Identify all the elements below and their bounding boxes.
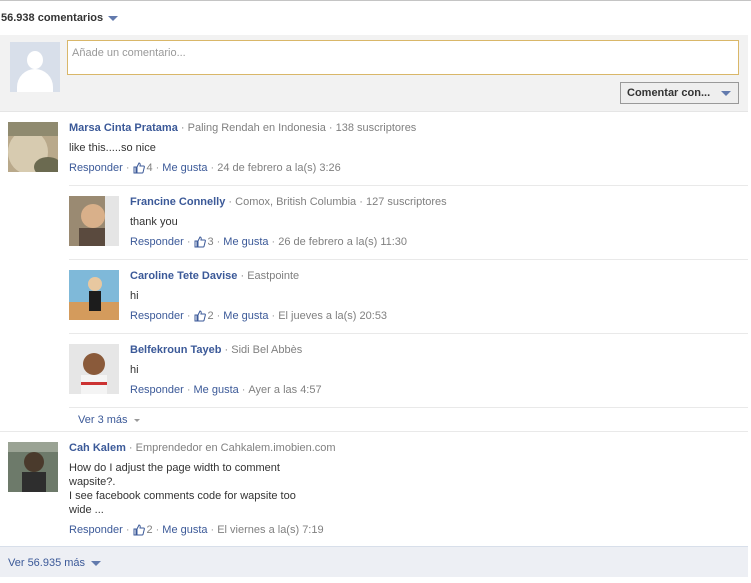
caret-down-icon bbox=[133, 418, 140, 422]
like-link[interactable]: Me gusta bbox=[223, 310, 268, 322]
like-count: 4 bbox=[146, 162, 153, 174]
load-more-comments-link[interactable]: Ver 56.935 más bbox=[8, 557, 102, 569]
reply-link[interactable]: Responder bbox=[130, 310, 184, 322]
author-meta: Eastpointe bbox=[247, 270, 300, 282]
author-name[interactable]: Marsa Cinta Pratama bbox=[69, 122, 178, 134]
author-meta: Paling Rendah en Indonesia · 138 suscrip… bbox=[187, 122, 417, 134]
comment-composer: Añade un comentario... Comentar con... bbox=[0, 35, 748, 112]
comment-text: How do I adjust the page width to commen… bbox=[69, 462, 296, 516]
comment-count-label: 56.938 comentarios bbox=[1, 12, 104, 24]
timestamp[interactable]: El jueves a la(s) 20:53 bbox=[278, 310, 387, 322]
like-count: 2 bbox=[146, 524, 153, 536]
like-link[interactable]: Me gusta bbox=[194, 384, 239, 396]
like-count: 3 bbox=[207, 236, 214, 248]
timestamp[interactable]: 26 de febrero a la(s) 11:30 bbox=[278, 236, 407, 248]
avatar[interactable] bbox=[69, 344, 119, 394]
author-name[interactable]: Belfekroun Tayeb bbox=[130, 344, 222, 356]
comments-header: 56.938 comentarios bbox=[0, 0, 751, 35]
author-name[interactable]: Cah Kalem bbox=[69, 442, 126, 454]
comment-text: like this.....so nice bbox=[69, 142, 156, 154]
comment-text: hi bbox=[130, 364, 139, 376]
thumbs-up-icon bbox=[133, 524, 145, 536]
reply-link[interactable]: Responder bbox=[130, 384, 184, 396]
thumbs-up-icon bbox=[194, 236, 206, 248]
comment-with-button[interactable]: Comentar con... bbox=[620, 82, 739, 104]
comment-count-dropdown[interactable]: 56.938 comentarios bbox=[1, 12, 119, 24]
author-meta: Comox, British Columbia · 127 suscriptor… bbox=[235, 196, 447, 208]
more-replies-link[interactable]: Ver 3 más bbox=[78, 414, 140, 426]
comments-footer: Ver 56.935 más bbox=[0, 546, 748, 577]
like-link[interactable]: Me gusta bbox=[162, 162, 207, 174]
caret-down-icon bbox=[721, 91, 731, 96]
author-meta: Emprendedor en Cahkalem.imobien.com bbox=[135, 442, 336, 454]
comment-input[interactable]: Añade un comentario... bbox=[67, 40, 739, 75]
caret-down-icon[interactable] bbox=[108, 15, 119, 21]
more-replies-label: Ver 3 más bbox=[78, 414, 128, 426]
timestamp[interactable]: Ayer a las 4:57 bbox=[248, 384, 321, 396]
avatar[interactable] bbox=[69, 196, 119, 246]
reply-link[interactable]: Responder bbox=[130, 236, 184, 248]
timestamp[interactable]: El viernes a la(s) 7:19 bbox=[217, 524, 323, 536]
avatar[interactable] bbox=[69, 270, 119, 320]
default-avatar bbox=[10, 42, 60, 92]
caret-down-icon bbox=[91, 560, 102, 566]
load-more-label: Ver 56.935 más bbox=[8, 557, 86, 569]
avatar[interactable] bbox=[8, 122, 58, 172]
like-count: 2 bbox=[207, 310, 214, 322]
thumbs-up-icon bbox=[133, 162, 145, 174]
timestamp[interactable]: 24 de febrero a la(s) 3:26 bbox=[217, 162, 341, 174]
comment-with-label: Comentar con... bbox=[627, 87, 711, 99]
reply-link[interactable]: Responder bbox=[69, 524, 123, 536]
comment-text: thank you bbox=[130, 216, 178, 228]
author-meta: Sidi Bel Abbès bbox=[231, 344, 303, 356]
like-link[interactable]: Me gusta bbox=[223, 236, 268, 248]
author-name[interactable]: Caroline Tete Davise bbox=[130, 270, 237, 282]
comment-text: hi bbox=[130, 290, 139, 302]
thumbs-up-icon bbox=[194, 310, 206, 322]
avatar[interactable] bbox=[8, 442, 58, 492]
reply-link[interactable]: Responder bbox=[69, 162, 123, 174]
like-link[interactable]: Me gusta bbox=[162, 524, 207, 536]
author-name[interactable]: Francine Connelly bbox=[130, 196, 225, 208]
